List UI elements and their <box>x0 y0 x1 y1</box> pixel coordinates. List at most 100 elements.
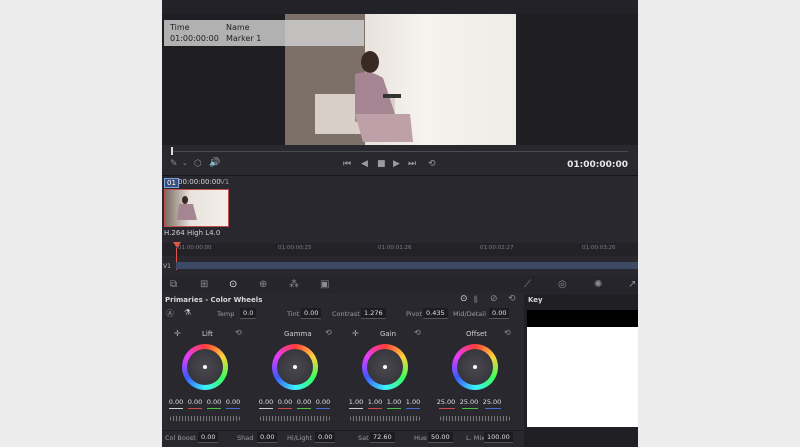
gain-g-value[interactable]: 1.00 <box>386 398 402 406</box>
sat-field[interactable]: 72.60 <box>370 432 395 443</box>
lift-label: Lift <box>202 330 213 338</box>
gamma-r-value[interactable]: 0.00 <box>277 398 293 406</box>
lift-b-value[interactable]: 0.00 <box>225 398 241 406</box>
play-icon[interactable]: ▶ <box>393 159 400 169</box>
offset-b-value[interactable]: 25.00 <box>482 398 502 406</box>
scrubber-track[interactable] <box>172 151 628 152</box>
middetail-label: Mid/Detail <box>453 310 486 318</box>
timeline-ruler[interactable]: 01:00:00:00 01:00:00:25 01:00:01:26 01:0… <box>162 243 638 256</box>
r-underline <box>439 408 455 409</box>
hdr-icon[interactable]: ⊕ <box>259 279 267 290</box>
offset-r-value[interactable]: 25.00 <box>436 398 456 406</box>
lift-y-value[interactable]: 0.00 <box>168 398 184 406</box>
gamma-y-value[interactable]: 0.00 <box>258 398 274 406</box>
offset-master-wheel[interactable] <box>440 416 510 421</box>
skip-back-icon[interactable]: ⏮ <box>343 159 351 169</box>
gamma-reset-icon[interactable]: ⟲ <box>325 328 332 337</box>
chevron-down-icon[interactable]: ⌄ <box>182 159 188 167</box>
hilight-field[interactable]: 0.00 <box>315 432 336 443</box>
temp-field[interactable]: 0.0 <box>240 308 257 319</box>
rgb-mixer-icon[interactable]: ⁂ <box>289 279 299 290</box>
timeline-track-v1[interactable] <box>176 262 638 269</box>
play-reverse-icon[interactable]: ◀ <box>361 159 368 169</box>
color-page: Time Name 01:00:00:00 Marker 1 ✎ ⌄ ⬡ 🔊 ⏮… <box>162 0 638 447</box>
top-strip <box>162 0 638 14</box>
r-underline <box>188 408 202 409</box>
wheels-mode-icon[interactable]: ⊙ <box>460 294 468 304</box>
auto-balance-icon[interactable]: Ⓐ <box>166 308 174 319</box>
scrubber-playhead[interactable] <box>171 147 173 155</box>
bars-mode-icon[interactable]: ⫼ <box>474 295 478 305</box>
log-mode-icon[interactable]: ⊘ <box>490 294 498 304</box>
tint-label: Tint <box>287 310 300 318</box>
gamma-b-value[interactable]: 0.00 <box>315 398 331 406</box>
motion-effects-icon[interactable]: ▣ <box>320 279 329 290</box>
g-underline <box>207 408 221 409</box>
clip-timecode: 00:00:00:00 <box>178 178 221 186</box>
gamma-label: Gamma <box>284 330 312 338</box>
clip-track: V1 <box>220 178 230 186</box>
b-underline <box>316 408 330 409</box>
gain-wheel[interactable] <box>362 344 408 390</box>
stop-icon[interactable]: ■ <box>377 159 386 169</box>
pen-icon[interactable]: ✎ <box>170 159 178 169</box>
picker-icon[interactable]: ⚗ <box>184 308 191 317</box>
lift-wheel[interactable] <box>182 344 228 390</box>
offset-g-value[interactable]: 25.00 <box>459 398 479 406</box>
y-underline <box>169 408 183 409</box>
shad-label: Shad <box>237 434 254 442</box>
window-icon[interactable]: ✺ <box>594 279 602 290</box>
color-wheels-icon[interactable]: ⊙ <box>229 279 237 290</box>
camera-raw-icon[interactable]: ⧉ <box>170 279 177 290</box>
hue-field[interactable]: 50.00 <box>428 432 453 443</box>
r-underline <box>368 408 382 409</box>
divider <box>162 430 523 431</box>
ruler-tick: 01:00:03:26 <box>582 245 616 251</box>
loop-icon[interactable]: ⟲ <box>428 159 436 169</box>
volume-icon[interactable]: 🔊 <box>209 158 220 168</box>
skip-forward-icon[interactable]: ⏭ <box>408 159 416 169</box>
panel-title: Primaries - Color Wheels <box>165 296 263 304</box>
clip-index[interactable]: 01 <box>164 178 179 188</box>
curves-icon[interactable]: ⟋ <box>524 279 531 290</box>
gain-r-value[interactable]: 1.00 <box>367 398 383 406</box>
gamma-wheel[interactable] <box>272 344 318 390</box>
gamma-master-wheel[interactable] <box>260 416 330 421</box>
g-underline <box>387 408 401 409</box>
shad-field[interactable]: 0.00 <box>257 432 278 443</box>
offset-reset-icon[interactable]: ⟲ <box>504 328 511 337</box>
gain-reset-icon[interactable]: ⟲ <box>414 328 421 337</box>
gain-b-value[interactable]: 1.00 <box>405 398 421 406</box>
color-match-icon[interactable]: ⊞ <box>200 279 208 290</box>
gain-master-wheel[interactable] <box>350 416 420 421</box>
colboost-field[interactable]: 0.00 <box>198 432 219 443</box>
lift-master-wheel[interactable] <box>170 416 240 421</box>
gamma-values: 0.00 0.00 0.00 0.00 <box>258 398 334 406</box>
ruler-tick: 01:00:00:25 <box>278 245 312 251</box>
lift-picker-icon[interactable]: ✛ <box>174 329 181 338</box>
lmix-label: L. Mix <box>466 434 486 442</box>
lift-r-value[interactable]: 0.00 <box>187 398 203 406</box>
y-underline <box>259 408 273 409</box>
gain-y-value[interactable]: 1.00 <box>348 398 364 406</box>
offset-values: 25.00 25.00 25.00 <box>436 398 505 406</box>
lift-g-value[interactable]: 0.00 <box>206 398 222 406</box>
qualifier-icon[interactable]: ◎ <box>558 279 567 290</box>
tint-field[interactable]: 0.00 <box>301 308 322 319</box>
primaries-panel: Primaries - Color Wheels ⊙ ⫼ ⊘ ⟲ Ⓐ ⚗ Tem… <box>162 294 523 447</box>
reset-all-icon[interactable]: ⟲ <box>508 294 516 304</box>
cube-icon[interactable]: ⬡ <box>194 159 202 169</box>
pivot-field[interactable]: 0.435 <box>423 308 448 319</box>
gain-picker-icon[interactable]: ✛ <box>352 329 359 338</box>
hilight-label: Hi/Light <box>287 434 313 442</box>
colboost-label: Col Boost <box>165 434 196 442</box>
contrast-field[interactable]: 1.276 <box>361 308 386 319</box>
tracker-icon[interactable]: ↗ <box>628 279 636 290</box>
clip-thumbnail[interactable] <box>164 189 229 227</box>
lift-reset-icon[interactable]: ⟲ <box>235 328 242 337</box>
lmix-field[interactable]: 100.00 <box>484 432 513 443</box>
marker-name-header: Name <box>226 23 250 32</box>
gamma-g-value[interactable]: 0.00 <box>296 398 312 406</box>
offset-wheel[interactable] <box>452 344 498 390</box>
middetail-field[interactable]: 0.00 <box>489 308 510 319</box>
